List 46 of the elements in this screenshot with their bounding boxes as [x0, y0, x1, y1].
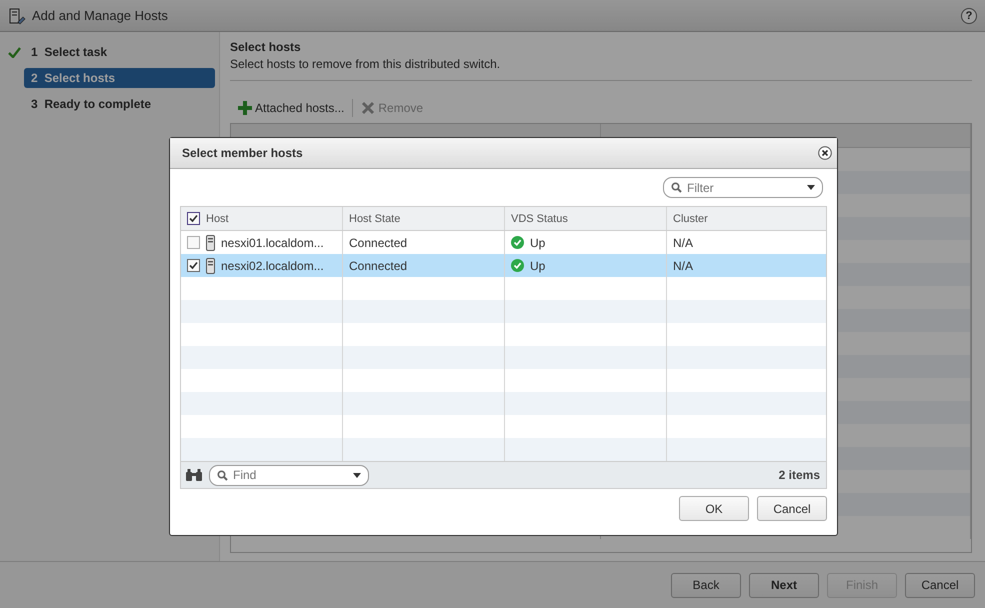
plus-icon — [238, 101, 252, 115]
host-name: nesxi02.localdom... — [221, 258, 324, 272]
wizard-step[interactable]: 1 Select task — [8, 42, 215, 62]
find-field[interactable]: Find — [209, 464, 369, 486]
wizard-step[interactable]: 2 Select hosts — [24, 68, 215, 88]
status-ok-icon — [511, 236, 524, 249]
host-name: nesxi01.localdom... — [221, 236, 324, 250]
dropdown-caret-icon[interactable] — [807, 185, 815, 190]
column-header[interactable]: VDS Status — [511, 212, 568, 224]
item-count: 2 items — [778, 468, 820, 482]
host-row[interactable]: nesxi02.localdom... Connected Up N/A — [181, 254, 826, 277]
host-state: Connected — [349, 236, 408, 250]
dialog-title: Select member hosts — [182, 146, 303, 160]
search-icon — [671, 182, 682, 193]
dialog-button[interactable]: Cancel — [757, 496, 827, 521]
filter-field[interactable]: Filter — [663, 177, 823, 198]
cluster-name: N/A — [673, 236, 694, 250]
dialog-button[interactable]: OK — [679, 496, 749, 521]
binoculars-icon[interactable] — [185, 468, 203, 482]
column-header[interactable]: Cluster — [673, 212, 708, 224]
page-title: Select hosts — [230, 40, 302, 54]
vds-status: Up — [530, 258, 546, 272]
x-icon — [361, 101, 376, 115]
page-description: Select hosts to remove from this distributed switch. — [230, 57, 972, 81]
window-title: Add and Manage Hosts — [32, 8, 169, 23]
cluster-name: N/A — [673, 258, 694, 272]
footer-button[interactable]: Next — [749, 572, 819, 598]
server-icon — [206, 234, 215, 250]
vds-status: Up — [530, 236, 546, 250]
dropdown-caret-icon[interactable] — [353, 472, 361, 478]
search-icon — [217, 470, 228, 480]
footer-button[interactable]: Back — [671, 572, 741, 598]
column-header[interactable]: Host State — [349, 212, 400, 224]
row-checkbox[interactable] — [187, 236, 200, 249]
row-checkbox[interactable] — [187, 259, 200, 272]
checkmark-icon — [8, 46, 21, 58]
status-ok-icon — [511, 259, 524, 272]
select-all-checkbox[interactable] — [187, 212, 200, 225]
help-button[interactable]: ? — [961, 8, 977, 24]
wizard-step[interactable]: 3 Ready to complete — [8, 94, 215, 114]
add-hosts-button[interactable]: Attached hosts... — [236, 101, 346, 115]
close-icon[interactable] — [818, 146, 832, 160]
server-icon — [206, 258, 215, 274]
column-header[interactable]: Host — [206, 212, 229, 224]
host-state: Connected — [349, 258, 408, 272]
footer-button[interactable]: Cancel — [905, 572, 975, 598]
